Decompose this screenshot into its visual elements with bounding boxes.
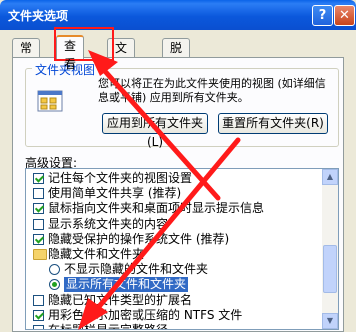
setting-label: 记住每个文件夹的视图设置 <box>48 171 193 185</box>
help-button[interactable]: ? <box>312 5 333 26</box>
folder-options-dialog: 文件夹选项 ? ✕ 常规 查看 文件类型 脱机文件 文件夹视图 您可以将正在为此… <box>0 0 356 332</box>
scrollbar-thumb[interactable] <box>323 245 337 293</box>
setting-checkbox[interactable] <box>33 218 44 230</box>
setting-label: 用彩色显示加密或压缩的 NTFS 文件 <box>48 307 243 322</box>
setting-radio[interactable] <box>49 264 60 276</box>
setting-label: 隐藏受保护的操作系统文件 (推荐) <box>48 231 230 246</box>
close-button[interactable]: ✕ <box>334 5 355 26</box>
setting-checkbox[interactable] <box>33 188 44 200</box>
setting-label: 显示系统文件夹的内容 <box>48 216 169 231</box>
setting-radio[interactable] <box>49 279 60 291</box>
folder-views-icon <box>37 90 63 112</box>
setting-checkbox[interactable] <box>33 173 44 184</box>
scroll-up-icon[interactable]: ▲ <box>322 169 338 185</box>
tab-panel-view: 文件夹视图 您可以将正在为此文件夹使用的视图 (如详细信息或平铺) 应用到所有文… <box>12 57 344 332</box>
title-bar: 文件夹选项 ? ✕ <box>0 0 356 30</box>
folder-views-group: 文件夹视图 您可以将正在为此文件夹使用的视图 (如详细信息或平铺) 应用到所有文… <box>25 61 339 149</box>
tab-view[interactable]: 查看 <box>56 35 85 71</box>
scroll-down-icon[interactable]: ▼ <box>322 313 338 329</box>
folder-icon <box>33 249 47 260</box>
setting-label: 显示所有文件和文件夹 <box>64 277 189 293</box>
advanced-settings-list[interactable]: 记住每个文件夹的视图设置 使用简单文件共享 (推荐) 鼠标指向文件夹和桌面项时显示提… <box>25 168 339 330</box>
tab-general[interactable]: 常规 <box>12 38 41 73</box>
setting-label: 在标题栏显示完整路径 <box>48 323 169 330</box>
vertical-scrollbar[interactable]: ▲ ▼ <box>322 169 338 329</box>
setting-checkbox[interactable] <box>33 309 44 321</box>
setting-checkbox[interactable] <box>33 325 44 329</box>
tab-offline-files[interactable]: 脱机文件 <box>162 38 191 109</box>
setting-label: 隐藏文件和文件夹 <box>48 247 145 261</box>
folder-views-description: 您可以将正在为此文件夹使用的视图 (如详细信息或平铺) 应用到所有文件夹。 <box>98 77 326 104</box>
setting-label: 使用简单文件共享 (推荐) <box>48 186 182 201</box>
apply-to-all-folders-button[interactable]: 应用到所有文件夹(L) <box>102 113 208 149</box>
setting-label: 鼠标指向文件夹和桌面项时显示提示信息 <box>48 201 265 216</box>
setting-checkbox[interactable] <box>33 233 44 245</box>
setting-label: 隐藏已知文件类型的扩展名 <box>48 292 193 307</box>
setting-checkbox[interactable] <box>33 203 44 215</box>
reset-all-folders-button[interactable]: 重置所有文件夹(R) <box>218 113 328 134</box>
setting-checkbox[interactable] <box>33 294 44 306</box>
setting-label: 不显示隐藏的文件和文件夹 <box>64 262 209 277</box>
window-title: 文件夹选项 <box>8 9 69 23</box>
